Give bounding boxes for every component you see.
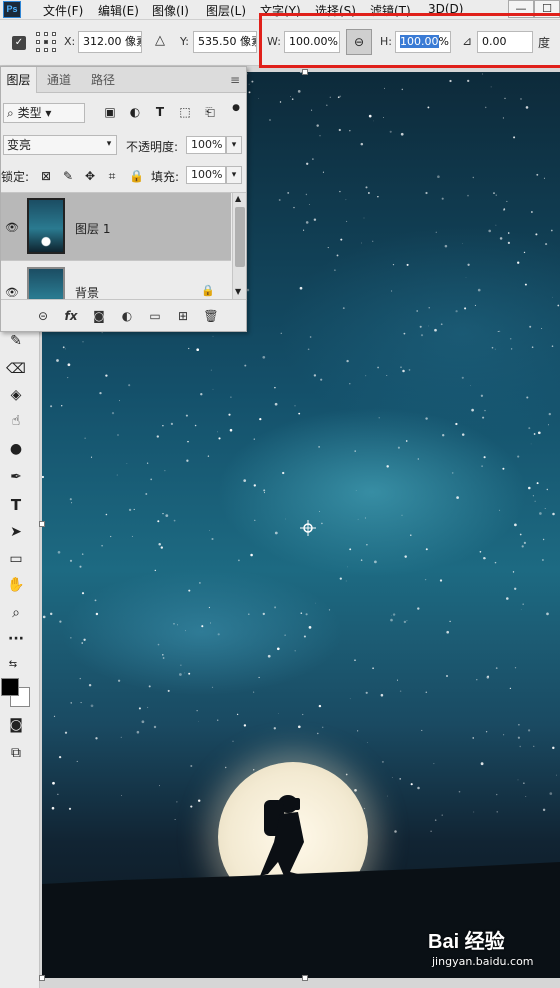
lock-position-icon[interactable]: ✥	[83, 169, 97, 183]
chevron-down-icon[interactable]: ▾	[101, 136, 117, 154]
scrollbar-thumb[interactable]	[235, 207, 245, 267]
reference-point-icon[interactable]	[36, 32, 56, 52]
chevron-up-icon[interactable]: ▲	[235, 194, 241, 203]
x-field[interactable]: 312.00 像素	[78, 31, 142, 53]
photoshop-logo: Ps	[3, 1, 21, 18]
scrollbar[interactable]: ▲ ▼	[232, 193, 246, 299]
more-icon[interactable]: ···	[5, 628, 27, 650]
transform-handle[interactable]	[302, 69, 308, 75]
adjustment-filter-icon[interactable]: ◐	[128, 105, 142, 119]
tab-paths[interactable]: 路径	[85, 67, 121, 93]
layer-list: 👁 图层 1 👁 背景 🔒 ▲ ▼	[1, 192, 246, 299]
layer-thumbnail	[27, 198, 65, 254]
lock-label: 锁定:	[1, 170, 30, 184]
pixel-filter-icon[interactable]: ▣	[103, 105, 117, 119]
watermark: Bai 经验 jingyan.baidu.com	[428, 925, 560, 975]
fill-field[interactable]: 100%	[186, 166, 226, 184]
blend-mode-select[interactable]: 变亮	[3, 135, 117, 155]
panel-menu-icon[interactable]: ≡	[230, 73, 240, 87]
shape-filter-icon[interactable]: ⬚	[178, 105, 192, 119]
trash-icon[interactable]: 🗑	[203, 308, 219, 324]
filter-toggle-icon[interactable]: ●	[229, 101, 243, 115]
smart-object-filter-icon[interactable]: ⎗	[203, 105, 217, 119]
fill-label: 填充:	[151, 170, 180, 184]
chevron-down-icon[interactable]: ▼	[235, 287, 241, 296]
mask-icon[interactable]: ◙	[91, 308, 107, 324]
adjustment-icon[interactable]: ◐	[119, 308, 135, 324]
layer-filter-select[interactable]: ⌕ 类型 ▾	[3, 103, 85, 123]
tab-layers[interactable]: 图层	[1, 67, 37, 93]
blend-mode-value: 变亮	[7, 138, 32, 152]
layer-row-layer1[interactable]: 👁 图层 1	[1, 193, 231, 261]
smudge-icon[interactable]: ☝	[5, 410, 27, 432]
layer-name[interactable]: 图层 1	[75, 220, 110, 237]
swap-colors-icon[interactable]: ⇆	[2, 654, 24, 676]
watermark-url: jingyan.baidu.com	[432, 955, 534, 968]
opacity-label: 不透明度:	[126, 140, 179, 154]
opacity-field[interactable]: 100%	[186, 136, 226, 154]
path-select-icon[interactable]: ➤	[5, 521, 27, 543]
layer-row-background[interactable]: 👁 背景 🔒	[1, 262, 231, 299]
highlight-box	[259, 13, 560, 68]
filter-type-label: 类型	[17, 106, 42, 120]
checkbox-icon[interactable]: ✓	[12, 36, 26, 50]
transform-handle[interactable]	[302, 975, 308, 981]
quick-mask-icon[interactable]: ◙	[5, 714, 27, 736]
hand-icon[interactable]: ✋	[5, 574, 27, 596]
type-filter-icon[interactable]: T	[153, 105, 167, 119]
group-folder-icon[interactable]: ▭	[147, 308, 163, 324]
layer-thumbnail	[27, 267, 65, 299]
brush-icon[interactable]: ✎	[5, 330, 27, 352]
delta-icon[interactable]: △	[155, 33, 165, 48]
fx-icon[interactable]: fx	[63, 308, 79, 324]
rectangle-icon[interactable]: ▭	[5, 548, 27, 570]
new-layer-icon[interactable]: ⊞	[175, 308, 191, 324]
chevron-down-icon[interactable]: ▾	[226, 166, 242, 184]
y-label: Y:	[180, 35, 189, 48]
menu-layer[interactable]: 图层(L)	[206, 2, 246, 19]
baidu-jingyan-logo: Bai 经验	[428, 931, 505, 953]
zoom-icon[interactable]: ⌕	[5, 602, 27, 624]
tab-channels[interactable]: 通道	[41, 67, 77, 93]
crosshair-icon	[300, 520, 316, 536]
lock-artboard-icon[interactable]: ⌗	[105, 169, 119, 183]
menu-edit[interactable]: 编辑(E)	[98, 2, 139, 19]
panel-footer: ⊝ fx ◙ ◐ ▭ ⊞ 🗑	[1, 299, 246, 331]
screen-mode-icon[interactable]: ⧉	[5, 742, 27, 764]
y-field[interactable]: 535.50 像素	[193, 31, 257, 53]
lock-transparency-icon[interactable]: ⊠	[39, 169, 53, 183]
eye-icon[interactable]: 👁	[5, 287, 19, 298]
link-icon[interactable]: ⊝	[35, 308, 51, 324]
transform-handle[interactable]	[39, 521, 45, 527]
eraser-icon[interactable]: ⌫	[5, 358, 27, 380]
layers-panel: 图层 通道 路径 ≡ ⌕ 类型 ▾ ▣ ◐ T ⬚ ⎗ ● 变亮 ▾ 不透明度:…	[0, 66, 247, 332]
search-icon: ⌕	[7, 106, 14, 120]
eye-icon[interactable]: 👁	[5, 222, 19, 233]
menu-file[interactable]: 文件(F)	[43, 2, 83, 19]
type-icon[interactable]: T	[5, 494, 27, 516]
chevron-down-icon[interactable]: ▾	[226, 136, 242, 154]
lock-all-icon[interactable]: 🔒	[129, 169, 144, 183]
lock-icon: 🔒	[201, 284, 215, 297]
menu-image[interactable]: 图像(I)	[152, 2, 189, 19]
transform-handle[interactable]	[39, 975, 45, 981]
layer-name[interactable]: 背景	[75, 284, 99, 299]
x-label: X:	[64, 35, 76, 48]
panel-tabs: 图层 通道 路径 ≡	[1, 67, 246, 93]
pen-icon[interactable]: ✒	[5, 466, 27, 488]
paint-bucket-icon[interactable]: ◈	[5, 384, 27, 406]
foreground-color-swatch[interactable]	[1, 678, 19, 696]
lock-pixels-icon[interactable]: ✎	[61, 169, 75, 183]
dodge-icon[interactable]: ●	[5, 438, 27, 460]
